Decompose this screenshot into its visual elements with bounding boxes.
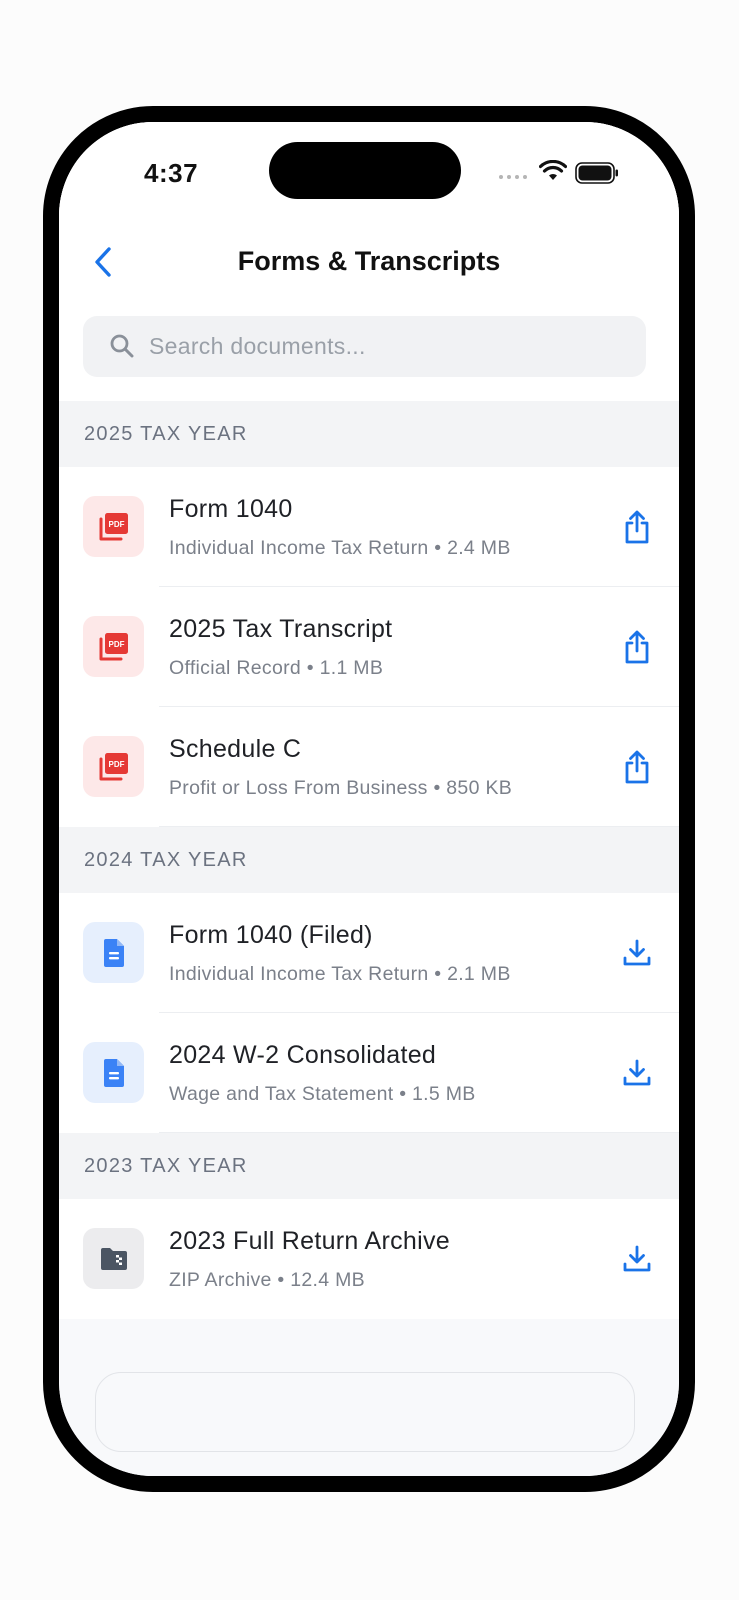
document-subtitle: Individual Income Tax Return • 2.4 MB bbox=[169, 537, 511, 559]
screen: 4:37 Forms & Transcripts Search document… bbox=[59, 122, 679, 1476]
document-title: Form 1040 bbox=[169, 495, 293, 523]
download-button[interactable] bbox=[615, 1051, 659, 1095]
status-time: 4:37 bbox=[144, 158, 199, 188]
document-list: 2025 TAX YEAR PDF Form 1040 Individual I… bbox=[59, 401, 679, 1319]
search-input[interactable] bbox=[149, 316, 619, 377]
section-header-2025: 2025 TAX YEAR bbox=[59, 401, 679, 467]
share-button[interactable] bbox=[615, 505, 659, 549]
search-area bbox=[59, 308, 679, 401]
navigation-bar: Forms & Transcripts bbox=[59, 222, 679, 308]
document-subtitle: Official Record • 1.1 MB bbox=[169, 657, 384, 679]
pdf-icon: PDF bbox=[83, 616, 144, 677]
zip-folder-icon bbox=[83, 1228, 144, 1289]
download-button[interactable] bbox=[615, 1237, 659, 1281]
list-item[interactable]: Form 1040 (Filed) Individual Income Tax … bbox=[59, 893, 679, 1013]
share-button[interactable] bbox=[615, 625, 659, 669]
cellular-signal-icon bbox=[499, 175, 527, 179]
download-icon bbox=[623, 1245, 651, 1272]
section-header-2024: 2024 TAX YEAR bbox=[59, 827, 679, 893]
list-item[interactable]: PDF 2025 Tax Transcript Official Record … bbox=[59, 587, 679, 707]
phone-frame: 4:37 Forms & Transcripts Search document… bbox=[43, 106, 695, 1492]
divider bbox=[159, 1132, 679, 1133]
download-icon bbox=[623, 1059, 651, 1086]
svg-text:PDF: PDF bbox=[108, 640, 124, 649]
document-subtitle: ZIP Archive • 12.4 MB bbox=[169, 1269, 365, 1291]
search-bar[interactable] bbox=[83, 316, 646, 377]
share-icon bbox=[625, 750, 649, 784]
document-subtitle: Individual Income Tax Return • 2.1 MB bbox=[169, 963, 511, 985]
svg-text:PDF: PDF bbox=[108, 760, 124, 769]
share-button[interactable] bbox=[615, 745, 659, 789]
list-item[interactable]: 2024 W-2 Consolidated Wage and Tax State… bbox=[59, 1013, 679, 1133]
wifi-icon bbox=[539, 160, 567, 180]
document-title: Form 1040 (Filed) bbox=[169, 921, 373, 949]
download-icon bbox=[623, 939, 651, 966]
battery-icon bbox=[575, 162, 618, 184]
document-icon bbox=[83, 922, 144, 983]
pdf-icon: PDF bbox=[83, 736, 144, 797]
bottom-panel bbox=[95, 1372, 635, 1452]
search-icon bbox=[110, 334, 134, 358]
document-title: 2023 Full Return Archive bbox=[169, 1227, 450, 1255]
document-title: 2025 Tax Transcript bbox=[169, 615, 393, 643]
document-title: Schedule C bbox=[169, 735, 302, 763]
document-subtitle: Profit or Loss From Business • 850 KB bbox=[169, 777, 513, 799]
list-item[interactable]: PDF Schedule C Profit or Loss From Busin… bbox=[59, 707, 679, 827]
share-icon bbox=[625, 630, 649, 664]
document-icon bbox=[83, 1042, 144, 1103]
page-title: Forms & Transcripts bbox=[237, 246, 501, 276]
divider bbox=[159, 826, 679, 827]
document-title: 2024 W-2 Consolidated bbox=[169, 1041, 437, 1069]
download-button[interactable] bbox=[615, 931, 659, 975]
dynamic-island bbox=[269, 142, 461, 199]
status-bar: 4:37 bbox=[59, 122, 679, 222]
svg-text:PDF: PDF bbox=[108, 520, 124, 529]
document-subtitle: Wage and Tax Statement • 1.5 MB bbox=[169, 1083, 476, 1105]
share-icon bbox=[625, 510, 649, 544]
section-header-2023: 2023 TAX YEAR bbox=[59, 1133, 679, 1199]
list-item[interactable]: 2023 Full Return Archive ZIP Archive • 1… bbox=[59, 1199, 679, 1319]
pdf-icon: PDF bbox=[83, 496, 144, 557]
list-item[interactable]: PDF Form 1040 Individual Income Tax Retu… bbox=[59, 467, 679, 587]
